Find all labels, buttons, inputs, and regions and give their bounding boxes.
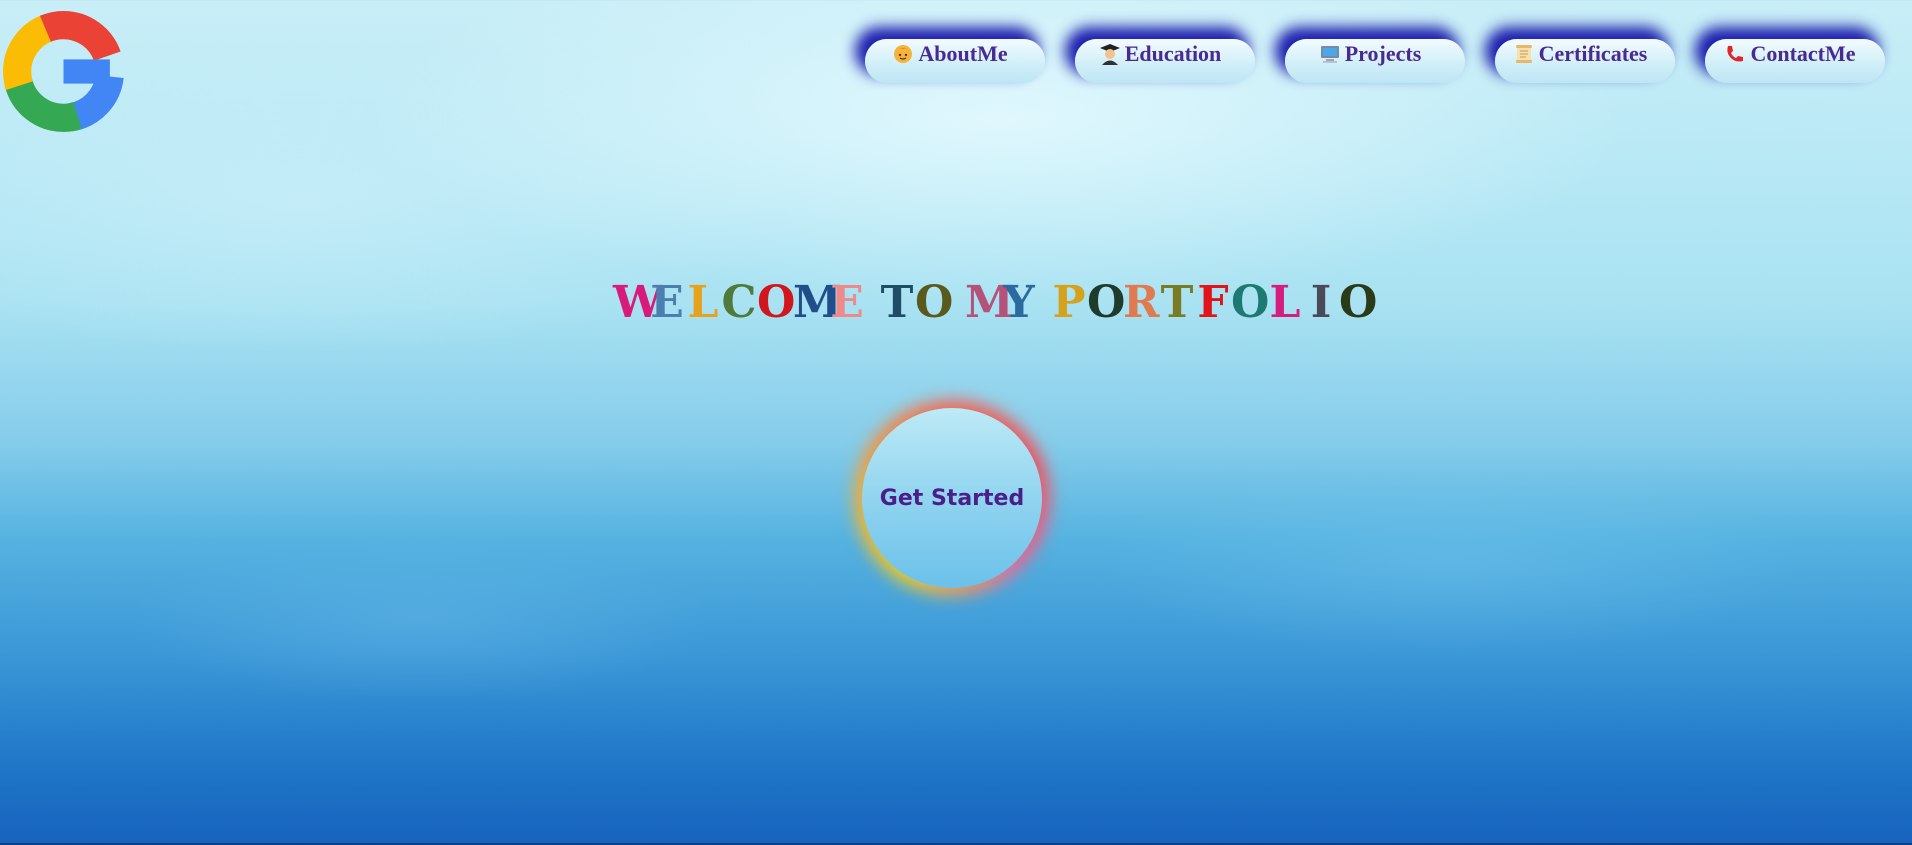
headline-letter: C: [721, 277, 757, 329]
headline-letter: W: [613, 277, 663, 329]
google-g-icon: [3, 11, 124, 132]
get-started-wrapper: Get Started: [854, 400, 1050, 596]
nav-label-certificates: Certificates: [1538, 41, 1648, 66]
headline-letter: R: [1123, 277, 1160, 329]
nav-label-contactme: ContactMe: [1750, 41, 1856, 66]
headline-letter: O: [1087, 277, 1126, 329]
headline-letter: O: [1339, 277, 1378, 329]
nav-item-education[interactable]: Education: [1075, 39, 1255, 83]
person-emoji-icon: [894, 45, 913, 63]
nav-label-aboutme: AboutMe: [918, 41, 1008, 66]
headline-letter: L: [1269, 277, 1301, 329]
headline-word: WELCOME: [613, 277, 865, 328]
scroll-emoji-icon: [1515, 45, 1532, 63]
headline-word: TO: [879, 277, 954, 329]
headline-letter: L: [687, 277, 719, 329]
telephone-emoji-icon: [1727, 46, 1744, 62]
nav-item-aboutme[interactable]: AboutMe: [865, 39, 1045, 83]
headline-letter: M: [965, 277, 1014, 329]
get-started-button[interactable]: Get Started: [862, 408, 1042, 588]
headline-letter: P: [1052, 277, 1086, 329]
headline-letter: O: [757, 277, 796, 329]
nav-item-contactme[interactable]: ContactMe: [1705, 39, 1885, 83]
headline-letter: I: [1310, 277, 1332, 329]
nav-item-certificates[interactable]: Certificates: [1495, 39, 1675, 83]
welcome-headline: WELCOME TO MY PORTFOL I O: [38, 277, 1912, 328]
headline-letter: O: [1231, 277, 1270, 329]
headline-letter: F: [1197, 277, 1229, 329]
headline-letter: Y: [1003, 277, 1035, 329]
headline-word: PORTFOL I O: [1051, 277, 1378, 329]
computer-emoji-icon: [1320, 46, 1339, 63]
headline-letter: T: [880, 277, 914, 329]
graduate-emoji-icon: [1099, 44, 1120, 65]
headline-letter: O: [915, 277, 954, 329]
headline-letter: M: [793, 277, 842, 329]
nav-item-projects[interactable]: Projects: [1285, 39, 1465, 83]
main-nav: AboutMe Education Projects Certificates …: [865, 39, 1885, 83]
headline-letter: E: [830, 277, 864, 329]
nav-label-projects: Projects: [1344, 41, 1422, 66]
headline-letter: T: [1160, 277, 1194, 329]
headline-letter: E: [650, 277, 684, 329]
nav-label-education: Education: [1124, 41, 1222, 66]
headline-word: MY: [965, 277, 1037, 328]
